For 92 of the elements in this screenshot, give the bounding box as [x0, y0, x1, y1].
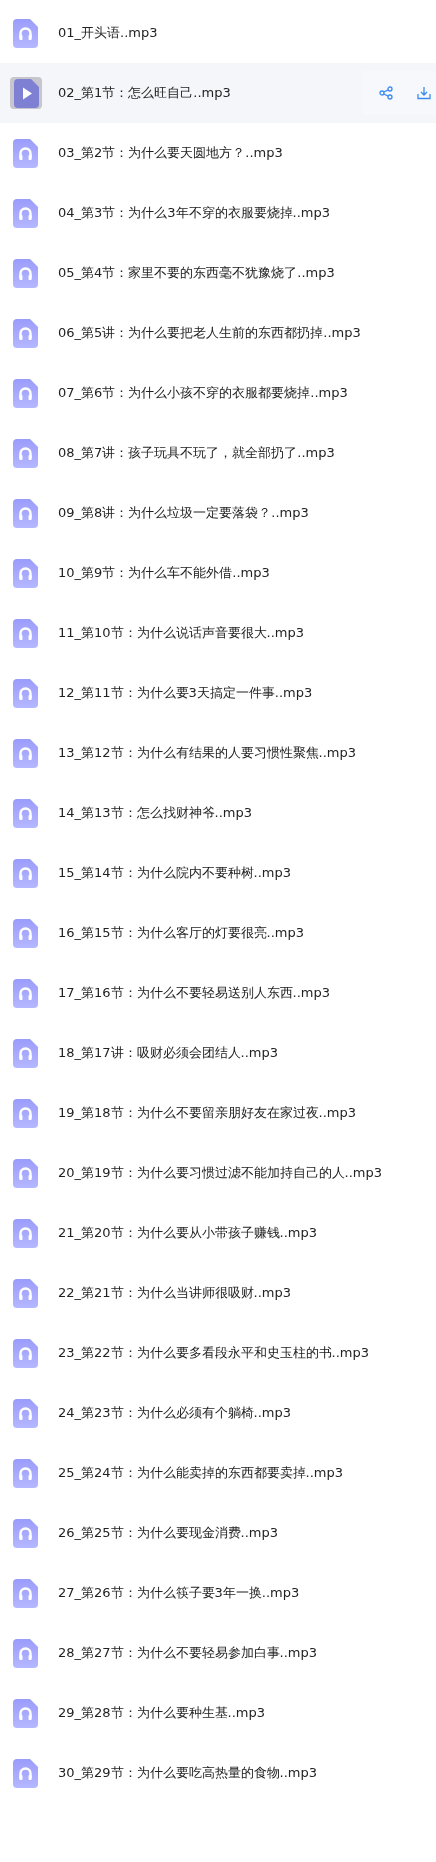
file-row[interactable]: 27_第26节：为什么筷子要3年一换..mp3	[0, 1563, 436, 1623]
file-name: 02_第1节：怎么旺自己..mp3	[58, 84, 232, 102]
file-row[interactable]: 10_第9节：为什么车不能外借..mp3	[0, 543, 436, 603]
file-name: 11_第10节：为什么说话声音要很大..mp3	[58, 624, 306, 642]
file-name: 13_第12节：为什么有结果的人要习惯性聚焦..mp3	[58, 744, 358, 762]
audio-file-icon	[13, 1518, 38, 1548]
file-name: 10_第9节：为什么车不能外借..mp3	[58, 564, 271, 582]
audio-file-icon	[13, 1398, 38, 1428]
file-row[interactable]: 11_第10节：为什么说话声音要很大..mp3	[0, 603, 436, 663]
file-row[interactable]: 12_第11节：为什么要3天搞定一件事..mp3	[0, 663, 436, 723]
file-name: 01_开头语..mp3	[58, 24, 159, 42]
file-row[interactable]: 14_第13节：怎么找财神爷..mp3	[0, 783, 436, 843]
file-row[interactable]: 15_第14节：为什么院内不要种树..mp3	[0, 843, 436, 903]
audio-file-icon	[13, 558, 38, 588]
audio-file-icon	[13, 378, 38, 408]
audio-file-icon	[13, 1158, 38, 1188]
file-row[interactable]: 16_第15节：为什么客厅的灯要很亮..mp3	[0, 903, 436, 963]
file-row[interactable]: 13_第12节：为什么有结果的人要习惯性聚焦..mp3	[0, 723, 436, 783]
audio-file-icon	[13, 198, 38, 228]
file-name: 15_第14节：为什么院内不要种树..mp3	[58, 864, 293, 882]
audio-file-icon	[13, 1038, 38, 1068]
file-name: 16_第15节：为什么客厅的灯要很亮..mp3	[58, 924, 306, 942]
audio-file-icon	[13, 1338, 38, 1368]
file-name: 19_第18节：为什么不要留亲朋好友在家过夜..mp3	[58, 1104, 358, 1122]
file-row[interactable]: 25_第24节：为什么能卖掉的东西都要卖掉..mp3	[0, 1443, 436, 1503]
audio-file-icon	[13, 18, 38, 48]
file-row[interactable]: 21_第20节：为什么要从小带孩子赚钱..mp3	[0, 1203, 436, 1263]
file-name: 12_第11节：为什么要3天搞定一件事..mp3	[58, 684, 314, 702]
audio-file-icon	[13, 798, 38, 828]
file-row[interactable]: 28_第27节：为什么不要轻易参加白事..mp3	[0, 1623, 436, 1683]
file-row[interactable]: 19_第18节：为什么不要留亲朋好友在家过夜..mp3	[0, 1083, 436, 1143]
file-name: 20_第19节：为什么要习惯过滤不能加持自己的人..mp3	[58, 1164, 384, 1182]
file-row[interactable]: 20_第19节：为什么要习惯过滤不能加持自己的人..mp3	[0, 1143, 436, 1203]
audio-file-icon	[13, 678, 38, 708]
file-name: 27_第26节：为什么筷子要3年一换..mp3	[58, 1584, 301, 1602]
file-name: 05_第4节：家里不要的东西毫不犹豫烧了..mp3	[58, 264, 336, 282]
audio-file-icon	[13, 738, 38, 768]
audio-file-icon	[13, 1278, 38, 1308]
audio-file-icon	[13, 1758, 38, 1788]
file-row[interactable]: 22_第21节：为什么当讲师很吸财..mp3	[0, 1263, 436, 1323]
file-name: 06_第5讲：为什么要把老人生前的东西都扔掉..mp3	[58, 324, 362, 342]
share-icon	[379, 86, 393, 100]
file-name: 24_第23节：为什么必须有个躺椅..mp3	[58, 1404, 293, 1422]
file-row[interactable]: 06_第5讲：为什么要把老人生前的东西都扔掉..mp3	[0, 303, 436, 363]
file-name: 28_第27节：为什么不要轻易参加白事..mp3	[58, 1644, 319, 1662]
file-name: 25_第24节：为什么能卖掉的东西都要卖掉..mp3	[58, 1464, 345, 1482]
audio-file-icon	[13, 1218, 38, 1248]
audio-file-icon	[13, 258, 38, 288]
download-icon	[417, 86, 431, 100]
file-name: 22_第21节：为什么当讲师很吸财..mp3	[58, 1284, 293, 1302]
file-row[interactable]: 17_第16节：为什么不要轻易送别人东西..mp3	[0, 963, 436, 1023]
audio-file-icon	[13, 918, 38, 948]
file-row[interactable]: 07_第6节：为什么小孩不穿的衣服都要烧掉..mp3	[0, 363, 436, 423]
file-name: 30_第29节：为什么要吃高热量的食物..mp3	[58, 1764, 319, 1782]
file-row[interactable]: 04_第3节：为什么3年不穿的衣服要烧掉..mp3	[0, 183, 436, 243]
audio-file-icon	[13, 978, 38, 1008]
file-name: 04_第3节：为什么3年不穿的衣服要烧掉..mp3	[58, 204, 332, 222]
file-row[interactable]: 18_第17讲：吸财必须会团结人..mp3	[0, 1023, 436, 1083]
file-name: 26_第25节：为什么要现金消费..mp3	[58, 1524, 280, 1542]
file-row[interactable]: 26_第25节：为什么要现金消费..mp3	[0, 1503, 436, 1563]
file-row[interactable]: 24_第23节：为什么必须有个躺椅..mp3	[0, 1383, 436, 1443]
file-name: 18_第17讲：吸财必须会团结人..mp3	[58, 1044, 280, 1062]
audio-file-icon	[13, 618, 38, 648]
file-row[interactable]: 08_第7讲：孩子玩具不玩了，就全部扔了..mp3	[0, 423, 436, 483]
file-name: 17_第16节：为什么不要轻易送别人东西..mp3	[58, 984, 332, 1002]
file-row[interactable]: 23_第22节：为什么要多看段永平和史玉柱的书..mp3	[0, 1323, 436, 1383]
file-row[interactable]: 01_开头语..mp3	[0, 3, 436, 63]
audio-file-icon	[13, 1458, 38, 1488]
file-name: 08_第7讲：孩子玩具不玩了，就全部扔了..mp3	[58, 444, 336, 462]
audio-file-icon	[13, 1638, 38, 1668]
file-name: 23_第22节：为什么要多看段永平和史玉柱的书..mp3	[58, 1344, 371, 1362]
audio-file-icon	[13, 438, 38, 468]
audio-file-icon	[13, 318, 38, 348]
file-row[interactable]: 30_第29节：为什么要吃高热量的食物..mp3	[0, 1743, 436, 1803]
file-row[interactable]: 02_第1节：怎么旺自己..mp3	[0, 63, 436, 123]
file-row[interactable]: 29_第28节：为什么要种生基..mp3	[0, 1683, 436, 1743]
file-name: 29_第28节：为什么要种生基..mp3	[58, 1704, 267, 1722]
file-row[interactable]: 05_第4节：家里不要的东西毫不犹豫烧了..mp3	[0, 243, 436, 303]
file-name: 09_第8讲：为什么垃圾一定要落袋？..mp3	[58, 504, 310, 522]
audio-file-icon	[13, 1098, 38, 1128]
file-name: 21_第20节：为什么要从小带孩子赚钱..mp3	[58, 1224, 319, 1242]
file-row[interactable]: 03_第2节：为什么要天圆地方？..mp3	[0, 123, 436, 183]
audio-file-icon	[13, 138, 38, 168]
file-name: 03_第2节：为什么要天圆地方？..mp3	[58, 144, 284, 162]
play-file-icon	[10, 77, 42, 109]
audio-file-icon	[13, 498, 38, 528]
audio-file-icon	[13, 1698, 38, 1728]
audio-file-icon	[13, 1578, 38, 1608]
audio-file-icon	[13, 858, 38, 888]
file-row[interactable]: 09_第8讲：为什么垃圾一定要落袋？..mp3	[0, 483, 436, 543]
file-name: 14_第13节：怎么找财神爷..mp3	[58, 804, 254, 822]
file-name: 07_第6节：为什么小孩不穿的衣服都要烧掉..mp3	[58, 384, 349, 402]
